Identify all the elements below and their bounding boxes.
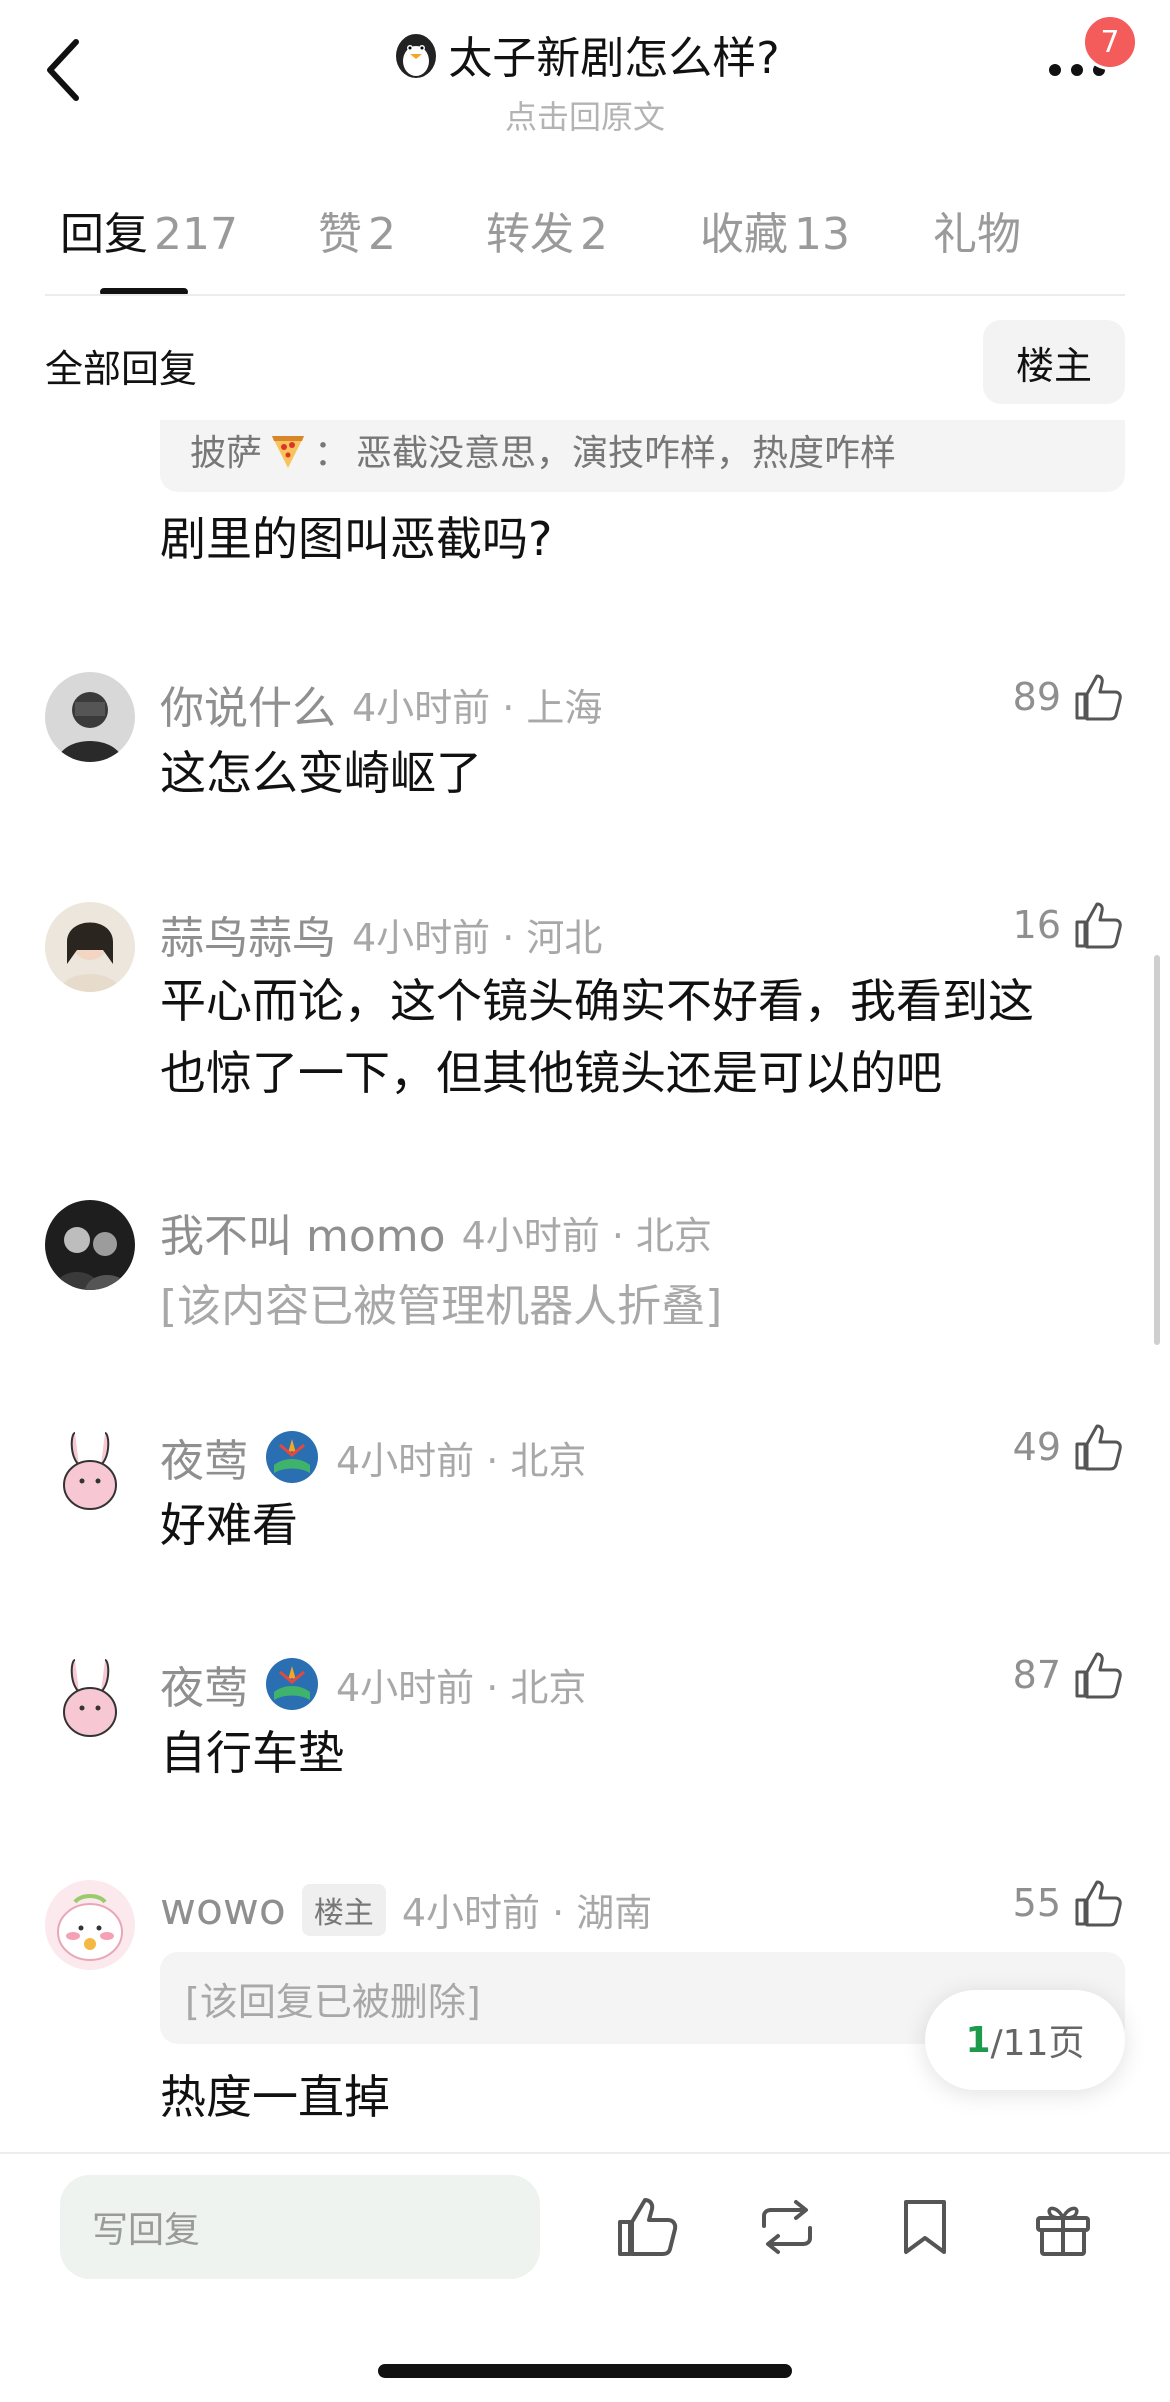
username[interactable]: 你说什么 — [160, 672, 336, 736]
host-only-button[interactable]: 楼主 — [983, 320, 1125, 404]
tab-replies[interactable]: 回复 217 — [60, 198, 238, 262]
comment-meta: 夜莺 4小时前 · 北京 — [160, 1425, 586, 1489]
current-page: 1 — [965, 2019, 991, 2061]
member-badge-icon — [266, 1431, 318, 1483]
username[interactable]: 我不叫 momo — [160, 1200, 446, 1264]
comment-text: 这怎么变崎岖了 — [160, 746, 482, 800]
scrollbar[interactable] — [1154, 955, 1160, 1345]
post-title[interactable]: 太子新剧怎么样? — [390, 22, 780, 86]
all-replies-label[interactable]: 全部回复 — [45, 338, 197, 393]
avatar-image — [45, 1652, 135, 1742]
timestamp-location: 4小时前 · 北京 — [461, 1213, 712, 1258]
thumbs-up-icon — [1075, 902, 1122, 949]
avatar-image — [45, 902, 135, 992]
like-button[interactable]: 87 — [1013, 1648, 1125, 1702]
like-count: 87 — [1012, 1653, 1061, 1697]
avatar[interactable] — [45, 672, 135, 762]
comment-meta: wowo 楼主 4小时前 · 湖南 — [160, 1882, 652, 1937]
home-indicator[interactable] — [378, 2364, 792, 2378]
top-bar: 太子新剧怎么样? 点击回原文 7 — [0, 0, 1170, 136]
penguin-icon — [396, 34, 437, 78]
avatar-image — [45, 1425, 135, 1515]
like-count: 55 — [1012, 1881, 1061, 1925]
repost-icon[interactable] — [752, 2192, 822, 2262]
timestamp-location: 4小时前 · 河北 — [352, 915, 603, 960]
deleted-notice: [该回复已被删除] — [185, 1979, 481, 2024]
avatar[interactable] — [45, 1425, 135, 1515]
host-tag: 楼主 — [301, 1883, 386, 1936]
like-button[interactable]: 89 — [1013, 670, 1125, 724]
folded-notice[interactable]: [该内容已被管理机器人折叠] — [160, 1270, 722, 1334]
reply-input[interactable]: 写回复 — [60, 2175, 540, 2279]
like-button[interactable]: 16 — [1013, 898, 1125, 952]
post-title-text: 太子新剧怎么样? — [448, 33, 780, 84]
back-to-original-link[interactable]: 点击回原文 — [0, 92, 1170, 138]
tab-label: 转发 — [486, 209, 574, 260]
username[interactable]: 夜莺 — [160, 1425, 248, 1489]
thumbs-up-icon — [1075, 1652, 1122, 1699]
bookmark-icon[interactable] — [890, 2192, 960, 2262]
avatar-image — [45, 1880, 135, 1970]
quote-colon: ： — [314, 433, 351, 474]
avatar[interactable] — [45, 1652, 135, 1742]
thumbs-up-icon — [1075, 674, 1122, 721]
timestamp-location: 4小时前 · 湖南 — [401, 1891, 653, 1935]
avatar-image — [45, 1200, 135, 1290]
pizza-icon — [272, 436, 305, 468]
divider — [45, 294, 1125, 296]
timestamp-location: 4小时前 · 北京 — [336, 1665, 587, 1710]
tab-count: 2 — [580, 209, 608, 260]
quote-content: 恶截没意思，演技咋样，热度咋样 — [356, 433, 897, 474]
tab-bar: 回复 217 赞2 转发 2 收藏 13 礼物 — [0, 190, 1170, 300]
tab-likes[interactable]: 赞2 — [318, 198, 396, 262]
tab-favorites[interactable]: 收藏 13 — [700, 198, 850, 262]
avatar-image — [45, 672, 135, 762]
comment-text-line: 平心而论，这个镜头确实不好看，我看到这 — [160, 974, 1034, 1028]
divider — [0, 2152, 1170, 2154]
avatar[interactable] — [45, 902, 135, 992]
page-indicator[interactable]: 1 /11页 — [925, 1990, 1125, 2090]
tab-gifts[interactable]: 礼物 — [933, 198, 1021, 262]
tab-count: 2 — [368, 209, 396, 260]
comment-meta: 夜莺 4小时前 · 北京 — [160, 1652, 586, 1716]
username[interactable]: 夜莺 — [160, 1652, 248, 1716]
comment-text: 热度一直掉 — [160, 2070, 390, 2124]
like-count: 49 — [1012, 1425, 1061, 1469]
comment-meta: 蒜鸟蒜鸟 4小时前 · 河北 — [160, 902, 602, 966]
avatar[interactable] — [45, 1880, 135, 1970]
tab-count: 217 — [154, 209, 238, 260]
quoted-reply[interactable]: 披萨 ： 恶截没意思，演技咋样，热度咋样 — [160, 420, 1125, 492]
comment-meta: 我不叫 momo 4小时前 · 北京 — [160, 1200, 712, 1264]
like-button[interactable]: 55 — [1013, 1876, 1125, 1930]
username[interactable]: 蒜鸟蒜鸟 — [160, 902, 336, 966]
like-count: 89 — [1012, 675, 1061, 719]
tab-count: 13 — [794, 209, 850, 260]
member-badge-icon — [266, 1658, 318, 1710]
tab-label: 收藏 — [700, 209, 788, 260]
avatar[interactable] — [45, 1200, 135, 1290]
quoted-reply-text: 披萨 ： 恶截没意思，演技咋样，热度咋样 — [190, 420, 896, 480]
title-area[interactable]: 太子新剧怎么样? 点击回原文 — [0, 22, 1170, 138]
comment-text: 剧里的图叫恶截吗? — [160, 512, 553, 566]
comment-meta: 你说什么 4小时前 · 上海 — [160, 672, 602, 736]
tab-reposts[interactable]: 转发 2 — [486, 198, 608, 262]
thumbs-up-icon — [1075, 1880, 1122, 1927]
thumbs-up-icon — [1075, 1424, 1122, 1471]
comment-text: 自行车垫 — [160, 1726, 344, 1780]
total-pages: /11页 — [990, 2023, 1085, 2064]
timestamp-location: 4小时前 · 北京 — [336, 1438, 587, 1483]
timestamp-location: 4小时前 · 上海 — [352, 685, 603, 730]
comment-text: 好难看 — [160, 1498, 298, 1552]
comment-text-line: 也惊了一下，但其他镜头还是可以的吧 — [160, 1046, 942, 1100]
tab-label: 礼物 — [933, 209, 1021, 260]
tab-label: 回复 — [60, 209, 148, 260]
tab-label: 赞 — [318, 209, 362, 260]
like-button[interactable]: 49 — [1013, 1420, 1125, 1474]
like-count: 16 — [1012, 903, 1061, 947]
gift-icon[interactable] — [1028, 2192, 1098, 2262]
like-icon[interactable] — [612, 2192, 682, 2262]
notification-badge: 7 — [1082, 14, 1138, 70]
quote-user: 披萨 — [190, 433, 263, 474]
username[interactable]: wowo — [160, 1884, 286, 1935]
